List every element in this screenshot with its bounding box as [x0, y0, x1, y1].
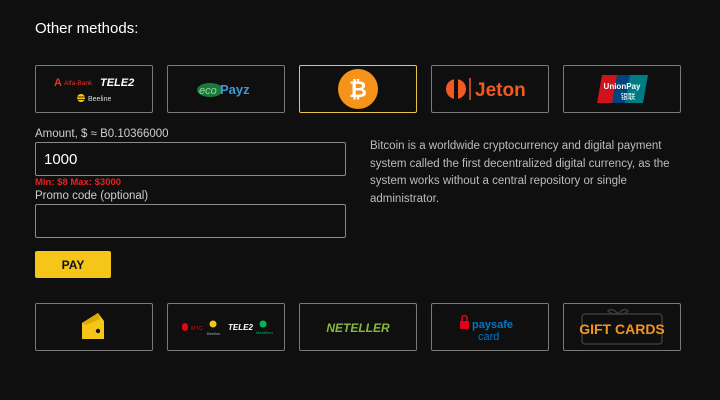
- unionpay-logo: UnionPay 银联: [597, 75, 648, 103]
- gift-cards-label: GIFT CARDS: [579, 321, 665, 337]
- alfa-label: Alfa-Bank: [64, 80, 93, 87]
- pay-button[interactable]: PAY: [35, 251, 111, 278]
- unionpay-cn: 银联: [621, 92, 636, 101]
- beeline-icon: [209, 320, 217, 328]
- method-jeton[interactable]: Jeton: [431, 65, 549, 113]
- section-title: Other methods:: [35, 20, 139, 37]
- method-alfa-tele2-beeline[interactable]: A Alfa-Bank TELE2 Beeline: [35, 65, 153, 113]
- svg-text:₿: ₿: [349, 77, 367, 102]
- jeton-logo: Jeton: [446, 78, 526, 101]
- promo-label: Promo code (optional): [35, 190, 149, 202]
- method-mts-beeline-tele2-megafon[interactable]: МТС Beeline TELE2 МегаФон: [167, 303, 285, 351]
- method-yandex-money[interactable]: [35, 303, 153, 351]
- method-unionpay[interactable]: UnionPay 银联: [563, 65, 681, 113]
- mobile-operators-logo: МТС Beeline TELE2 МегаФон: [182, 320, 273, 336]
- beeline-label: Beeline: [207, 331, 221, 336]
- method-bitcoin[interactable]: ₿: [299, 65, 417, 113]
- amount-label: Amount, $ ≈ B0.10366000: [35, 128, 169, 140]
- ecopayz-payz: Payz: [220, 82, 250, 97]
- amount-limits: Min: $8 Max: $3000: [35, 177, 122, 188]
- amount-input[interactable]: [35, 142, 346, 176]
- promo-input[interactable]: [35, 204, 346, 238]
- bitcoin-icon: ₿: [338, 69, 378, 109]
- mts-icon: [182, 323, 188, 331]
- tele2-label: TELE2: [100, 77, 134, 89]
- gift-cards-logo: GIFT CARDS: [579, 308, 665, 345]
- ecopayz-eco: eco: [199, 85, 217, 97]
- paysafecard-logo: paysafe card: [460, 314, 513, 343]
- mts-label: МТС: [191, 326, 203, 332]
- neteller-label: NETELLER: [326, 321, 390, 335]
- method-ecopayz[interactable]: eco Payz: [167, 65, 285, 113]
- alfa-tele2-beeline-logo: A Alfa-Bank TELE2 Beeline: [54, 77, 134, 103]
- method-paysafecard[interactable]: paysafe card: [431, 303, 549, 351]
- unionpay-label: UnionPay: [604, 82, 641, 91]
- megafon-icon: [259, 320, 267, 328]
- paysafe-label: paysafe: [472, 319, 513, 331]
- method-neteller[interactable]: NETELLER: [299, 303, 417, 351]
- jeton-label: Jeton: [475, 80, 526, 101]
- method-gift-cards[interactable]: GIFT CARDS: [563, 303, 681, 351]
- method-description: Bitcoin is a worldwide cryptocurrency an…: [370, 140, 670, 205]
- beeline-icon: [77, 94, 85, 102]
- yandex-wallet-icon: [82, 313, 104, 339]
- neteller-logo: NETELLER: [326, 321, 390, 335]
- lock-icon: [460, 314, 469, 329]
- beeline-label: Beeline: [88, 96, 111, 103]
- paysafe-card-label: card: [478, 331, 499, 343]
- alfa-icon: A: [54, 77, 62, 89]
- tele2-label: TELE2: [228, 323, 253, 332]
- ecopayz-logo: eco Payz: [197, 82, 250, 97]
- megafon-label: МегаФон: [256, 330, 273, 335]
